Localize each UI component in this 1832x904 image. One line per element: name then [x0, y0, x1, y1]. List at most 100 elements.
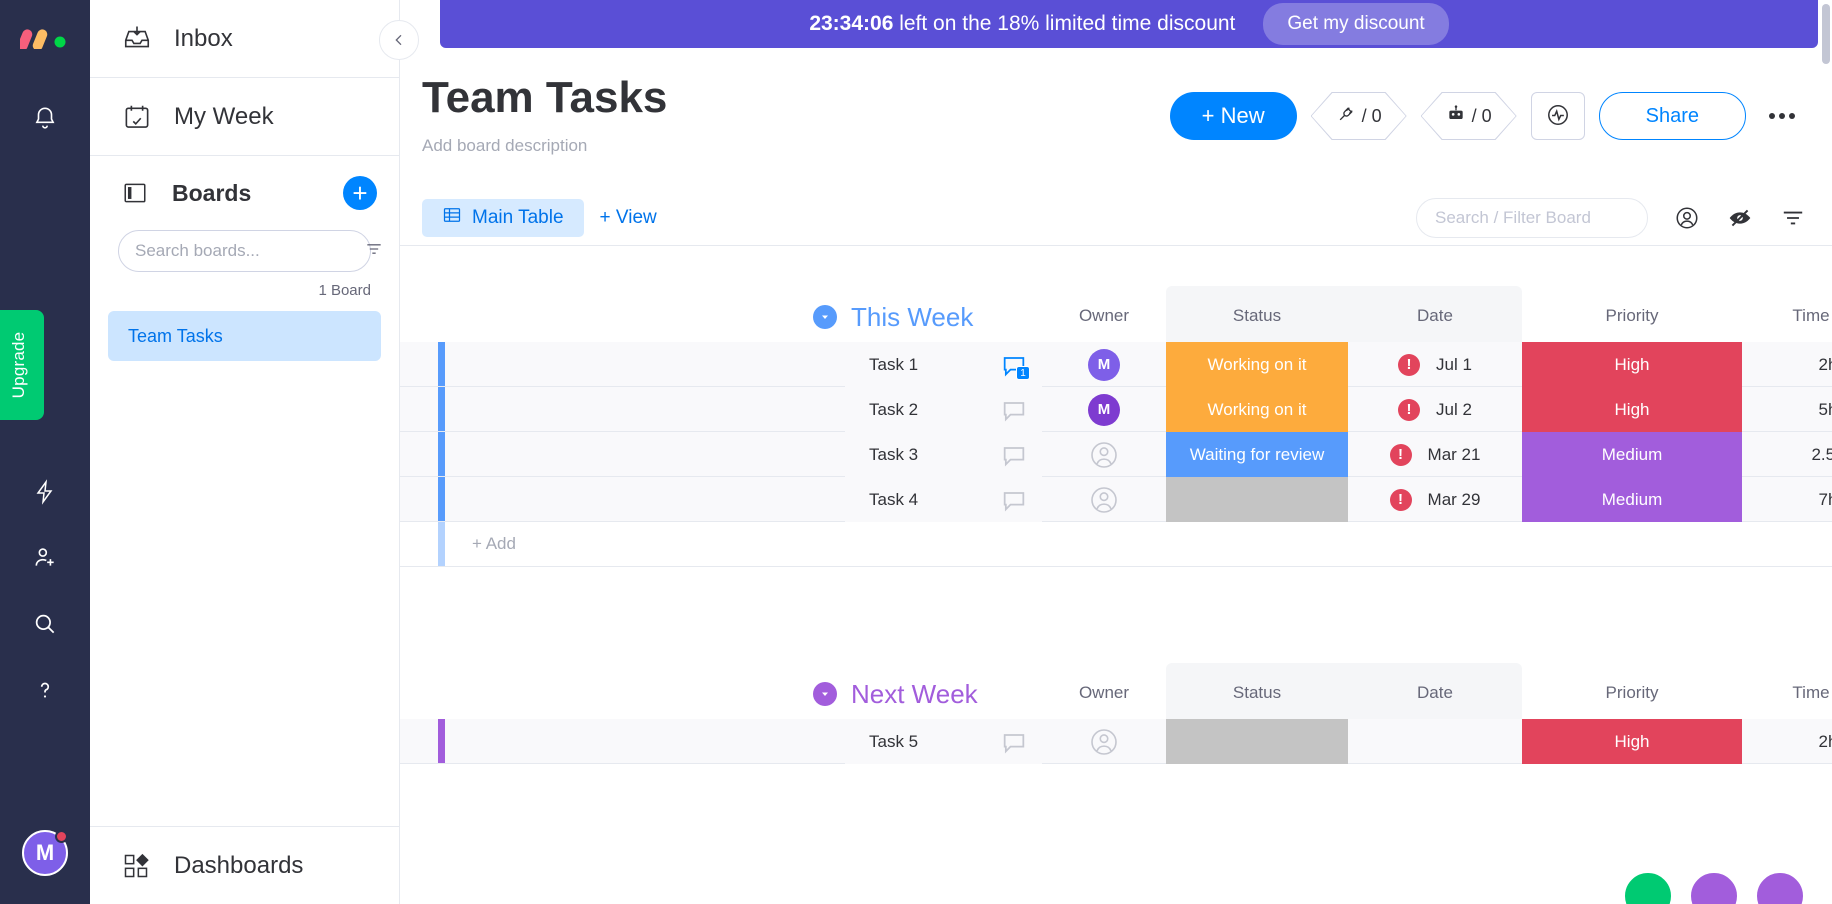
table-row[interactable]: Task 5 High2h [400, 719, 1832, 764]
sidebar-collapse-button[interactable] [379, 20, 419, 60]
group-collapse-caret[interactable] [813, 305, 837, 329]
comment-icon[interactable] [1000, 396, 1028, 424]
owner-cell[interactable]: M [1042, 387, 1166, 432]
owner-cell[interactable] [1042, 719, 1166, 764]
priority-cell[interactable]: High [1522, 719, 1742, 764]
column-header[interactable]: Time Est. [1742, 306, 1832, 326]
table-row[interactable]: Task 4 ! Mar 29 Medium7h [400, 477, 1832, 522]
priority-badge[interactable]: Medium [1522, 432, 1742, 477]
status-cell[interactable] [1166, 719, 1348, 764]
column-header[interactable]: Date [1348, 306, 1522, 326]
avatar[interactable]: M [1088, 348, 1120, 381]
date-cell[interactable]: ! Jul 2 [1348, 387, 1522, 432]
time-estimate-cell[interactable]: 5h [1742, 387, 1832, 432]
group-collapse-caret[interactable] [813, 682, 837, 706]
status-badge[interactable]: Working on it [1166, 387, 1348, 432]
owner-cell[interactable] [1042, 477, 1166, 522]
time-estimate-cell[interactable]: 2h [1742, 719, 1832, 764]
task-name-cell[interactable]: Task 5 [845, 719, 1042, 764]
tab-main-table[interactable]: Main Table [422, 198, 584, 237]
search-boards-input[interactable] [135, 241, 356, 261]
task-name-cell[interactable]: Task 1 1 [845, 342, 1042, 387]
priority-cell[interactable]: Medium [1522, 432, 1742, 477]
add-user-icon[interactable] [23, 536, 67, 580]
vertical-scrollbar[interactable] [1822, 4, 1830, 64]
status-badge[interactable]: Waiting for review [1166, 432, 1348, 477]
share-button[interactable]: Share [1598, 92, 1746, 140]
table-row[interactable]: Task 1 1 M Working on it! Jul 1 High2h [400, 342, 1832, 387]
comment-icon[interactable] [1000, 441, 1028, 469]
board-search[interactable] [118, 230, 381, 272]
avatar[interactable] [1688, 870, 1740, 904]
time-estimate-cell[interactable]: 2.5h [1742, 432, 1832, 477]
sidebar-item-dashboards[interactable]: Dashboards [90, 826, 399, 904]
board-filter-search[interactable] [1416, 197, 1648, 238]
priority-cell[interactable]: High [1522, 342, 1742, 387]
status-badge[interactable] [1166, 477, 1348, 522]
date-cell[interactable]: ! Jul 1 [1348, 342, 1522, 387]
person-filter-icon[interactable] [1674, 205, 1700, 231]
new-item-button[interactable]: + New [1169, 92, 1297, 140]
column-header[interactable]: Date [1348, 683, 1522, 703]
search-icon[interactable] [23, 602, 67, 646]
status-cell[interactable] [1166, 477, 1348, 522]
owner-cell[interactable]: M [1042, 342, 1166, 387]
get-discount-button[interactable]: Get my discount [1263, 3, 1449, 45]
priority-badge[interactable]: High [1522, 342, 1742, 387]
priority-badge[interactable]: High [1522, 387, 1742, 432]
activity-log-button[interactable] [1530, 92, 1585, 140]
sidebar-item-inbox[interactable]: Inbox [90, 0, 399, 78]
column-header[interactable]: Owner [1042, 306, 1166, 326]
column-header[interactable]: Status [1166, 683, 1348, 703]
add-board-button[interactable]: + [343, 176, 377, 210]
monday-logo[interactable] [18, 16, 72, 56]
priority-badge[interactable]: High [1522, 719, 1742, 764]
sidebar-board-team-tasks[interactable]: This Week Team Tasks [108, 311, 381, 361]
priority-badge[interactable]: Medium [1522, 477, 1742, 522]
priority-cell[interactable]: Medium [1522, 477, 1742, 522]
column-header[interactable]: Priority [1522, 683, 1742, 703]
integrations-badge[interactable]: / 0 [1310, 92, 1407, 140]
date-cell[interactable]: ! Mar 29 [1348, 477, 1522, 522]
status-badge[interactable] [1166, 719, 1348, 764]
group-title[interactable]: Next Week [851, 679, 978, 710]
comment-icon[interactable] [1000, 728, 1028, 756]
more-options-button[interactable] [1760, 94, 1804, 138]
group-title[interactable]: This Week [851, 302, 973, 333]
bell-icon[interactable] [23, 96, 67, 140]
status-cell[interactable]: Working on it [1166, 387, 1348, 432]
automations-badge[interactable]: / 0 [1420, 92, 1517, 140]
avatar[interactable]: M [22, 830, 68, 876]
lightning-icon[interactable] [23, 470, 67, 514]
column-header[interactable]: Owner [1042, 683, 1166, 703]
filter-icon[interactable] [364, 239, 384, 264]
add-item-row[interactable]: + Add [400, 522, 1832, 567]
add-item-label[interactable]: + Add [472, 534, 516, 554]
status-cell[interactable]: Waiting for review [1166, 432, 1348, 477]
priority-cell[interactable]: High [1522, 387, 1742, 432]
comment-icon[interactable] [1000, 486, 1028, 514]
question-mark-icon[interactable] [23, 668, 67, 712]
column-header[interactable]: Status [1166, 306, 1348, 326]
table-row[interactable]: Task 3 Waiting for review! Mar 21 Medium 2.5… [400, 432, 1832, 477]
avatar[interactable]: M [1088, 393, 1120, 426]
comment-icon[interactable]: 1 [1000, 351, 1030, 380]
task-name-cell[interactable]: Task 3 [845, 432, 1042, 477]
owner-cell[interactable] [1042, 432, 1166, 477]
status-badge[interactable]: Working on it [1166, 342, 1348, 387]
upgrade-button[interactable]: Upgrade [0, 310, 44, 420]
add-view-button[interactable]: + View [600, 207, 657, 229]
task-name-cell[interactable]: Task 2 [845, 387, 1042, 432]
hide-eye-icon[interactable] [1726, 205, 1754, 231]
time-estimate-cell[interactable]: 7h [1742, 477, 1832, 522]
task-name-cell[interactable]: Task 4 [845, 477, 1042, 522]
sort-filter-icon[interactable] [1780, 205, 1806, 231]
avatar[interactable] [1622, 870, 1674, 904]
sidebar-item-my-week[interactable]: My Week [90, 78, 399, 156]
search-filter-input[interactable] [1435, 207, 1629, 228]
column-header[interactable]: Time Est. [1742, 683, 1832, 703]
status-cell[interactable]: Working on it [1166, 342, 1348, 387]
table-row[interactable]: Task 2 M Working on it! Jul 2 High5h [400, 387, 1832, 432]
column-header[interactable]: Priority [1522, 306, 1742, 326]
avatar[interactable] [1754, 870, 1806, 904]
